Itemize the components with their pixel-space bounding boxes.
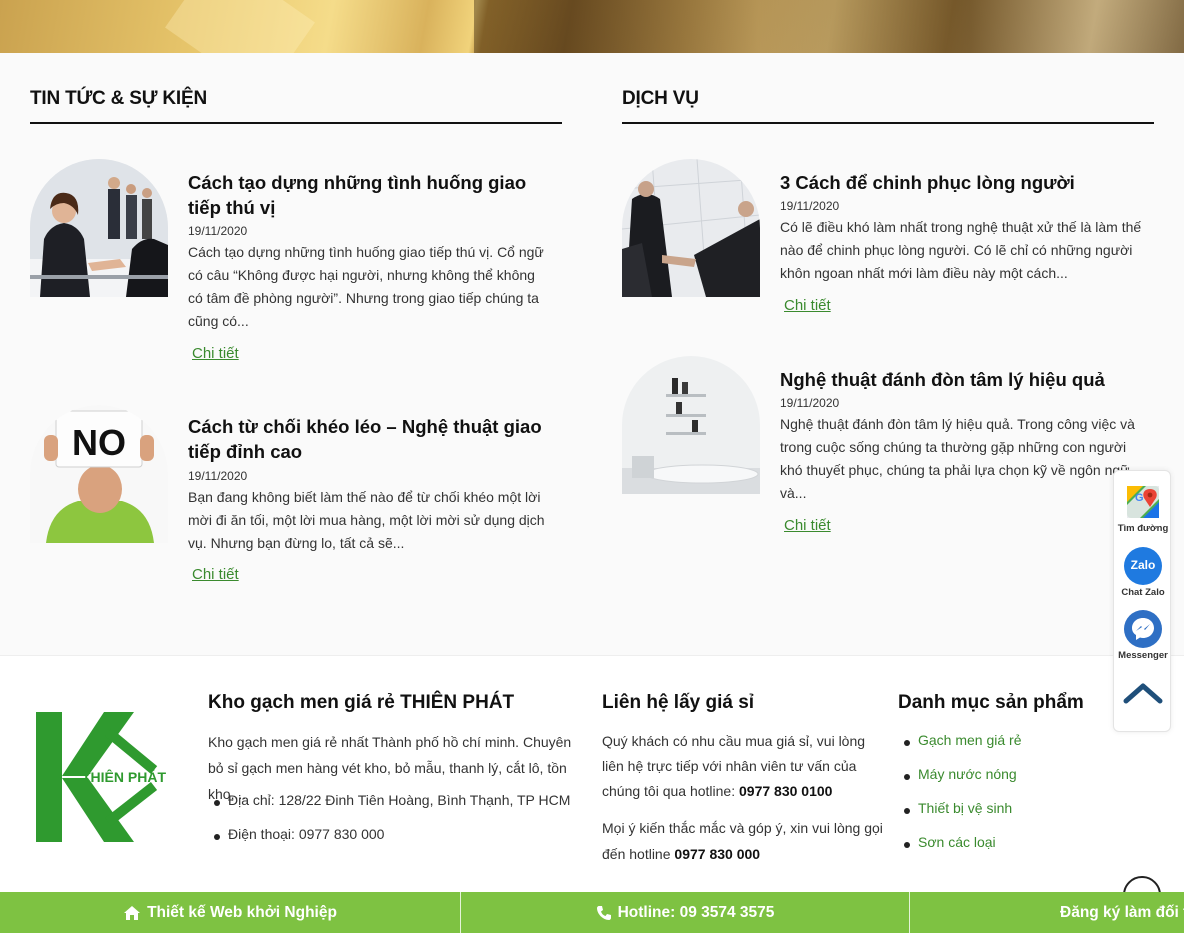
- article-date: 19/11/2020: [780, 396, 840, 410]
- web-design-link[interactable]: Thiết kế Web khởi Nghiệp: [0, 892, 460, 933]
- article-read-more-link[interactable]: Chi tiết: [192, 566, 239, 583]
- footer-hotline-1[interactable]: 0977 830 0100: [739, 783, 832, 799]
- article-excerpt: Nghệ thuật đánh đòn tâm lý hiệu quả. Tro…: [780, 416, 1135, 501]
- footer-address: Địa chỉ: 128/22 Đinh Tiên Hoàng, Bình Th…: [208, 792, 588, 808]
- google-maps-icon: G: [1124, 483, 1162, 521]
- article-excerpt: Cách tạo dựng những tình huống giao tiếp…: [188, 244, 544, 329]
- thien-phat-logo[interactable]: THIÊN PHÁT: [34, 710, 166, 844]
- article-title[interactable]: Cách tạo dựng những tình huống giao tiếp…: [188, 170, 558, 220]
- partner-signup-link[interactable]: Đăng ký làm đối tác: [910, 892, 1184, 933]
- footer-phone: Điện thoại: 0977 830 000: [208, 826, 588, 842]
- article-thumbnail-no-sign[interactable]: NO: [30, 405, 168, 543]
- footer-contact-heading: Liên hệ lấy giá sỉ: [602, 692, 755, 713]
- zalo-chat-button[interactable]: Zalo Chat Zalo: [1114, 547, 1172, 598]
- article-read-more-link[interactable]: Chi tiết: [192, 345, 239, 362]
- logo-text: THIÊN PHÁT: [82, 768, 166, 785]
- footer-contact-text-2: Mọi ý kiến thắc mắc và góp ý, xin vui lò…: [602, 820, 883, 862]
- footer-categories-heading: Danh mục sản phẩm: [898, 692, 1084, 713]
- news-heading: TIN TỨC & SỰ KIỆN: [30, 88, 207, 109]
- hero-banner-image: [0, 0, 1184, 53]
- news-divider: [30, 122, 562, 124]
- article-read-more-link[interactable]: Chi tiết: [784, 517, 831, 534]
- article-date: 19/11/2020: [780, 199, 840, 213]
- floating-contact-widget: G Tìm đường Zalo Chat Zalo Messenger: [1113, 470, 1171, 732]
- home-icon: [124, 905, 141, 920]
- svg-text:G: G: [1135, 492, 1144, 504]
- site-footer: THIÊN PHÁT Kho gạch men giá rẻ THIÊN PHÁ…: [0, 655, 1184, 895]
- messenger-chat-button[interactable]: Messenger: [1114, 610, 1172, 661]
- article-title[interactable]: Cách từ chối khéo léo – Nghệ thuật giao …: [188, 414, 558, 464]
- zalo-icon: Zalo: [1124, 547, 1162, 585]
- services-divider: [622, 122, 1154, 124]
- hotline-call-button[interactable]: Hotline: 09 3574 3575: [461, 892, 909, 933]
- footer-contact-info: Địa chỉ: 128/22 Đinh Tiên Hoàng, Bình Th…: [208, 792, 588, 842]
- category-link-thiet-bi-ve-sinh[interactable]: Thiết bị vệ sinh: [898, 800, 1108, 816]
- no-sign-text: NO: [72, 422, 126, 463]
- bottom-action-bar: Thiết kế Web khởi Nghiệp Hotline: 09 357…: [0, 892, 1184, 933]
- article-title[interactable]: Nghệ thuật đánh đòn tâm lý hiệu quả: [780, 367, 1150, 392]
- article-date: 19/11/2020: [188, 469, 248, 483]
- phone-icon: [596, 905, 611, 920]
- article-excerpt: Có lẽ điều khó làm nhất trong nghệ thuật…: [780, 219, 1142, 281]
- article-date: 19/11/2020: [188, 224, 248, 238]
- article-thumbnail-business-handshake[interactable]: [622, 159, 760, 297]
- article-read-more-link[interactable]: Chi tiết: [784, 297, 831, 314]
- footer-hotline-2[interactable]: 0977 830 000: [674, 846, 760, 862]
- messenger-icon: [1124, 610, 1162, 648]
- maps-directions-button[interactable]: G Tìm đường: [1114, 483, 1172, 534]
- chevron-up-icon: [1123, 683, 1163, 704]
- article-excerpt: Bạn đang không biết làm thế nào để từ ch…: [188, 489, 545, 551]
- article-thumbnail-white-room[interactable]: [622, 356, 760, 494]
- scroll-up-chevron-button[interactable]: [1114, 677, 1172, 712]
- article-thumbnail-handshake-meeting[interactable]: [30, 159, 168, 297]
- footer-about-heading: Kho gạch men giá rẻ THIÊN PHÁT: [208, 692, 515, 713]
- footer-contact-text-1: Quý khách có nhu cầu mua giá sỉ, vui lòn…: [602, 733, 866, 799]
- services-heading: DỊCH VỤ: [622, 88, 699, 109]
- category-link-may-nuoc-nong[interactable]: Máy nước nóng: [898, 766, 1108, 782]
- category-link-son[interactable]: Sơn các loại: [898, 834, 1108, 850]
- category-link-gach-men[interactable]: Gạch men giá rẻ: [898, 732, 1108, 748]
- footer-category-list: Gạch men giá rẻ Máy nước nóng Thiết bị v…: [898, 732, 1108, 850]
- article-title[interactable]: 3 Cách để chinh phục lòng người: [780, 170, 1150, 195]
